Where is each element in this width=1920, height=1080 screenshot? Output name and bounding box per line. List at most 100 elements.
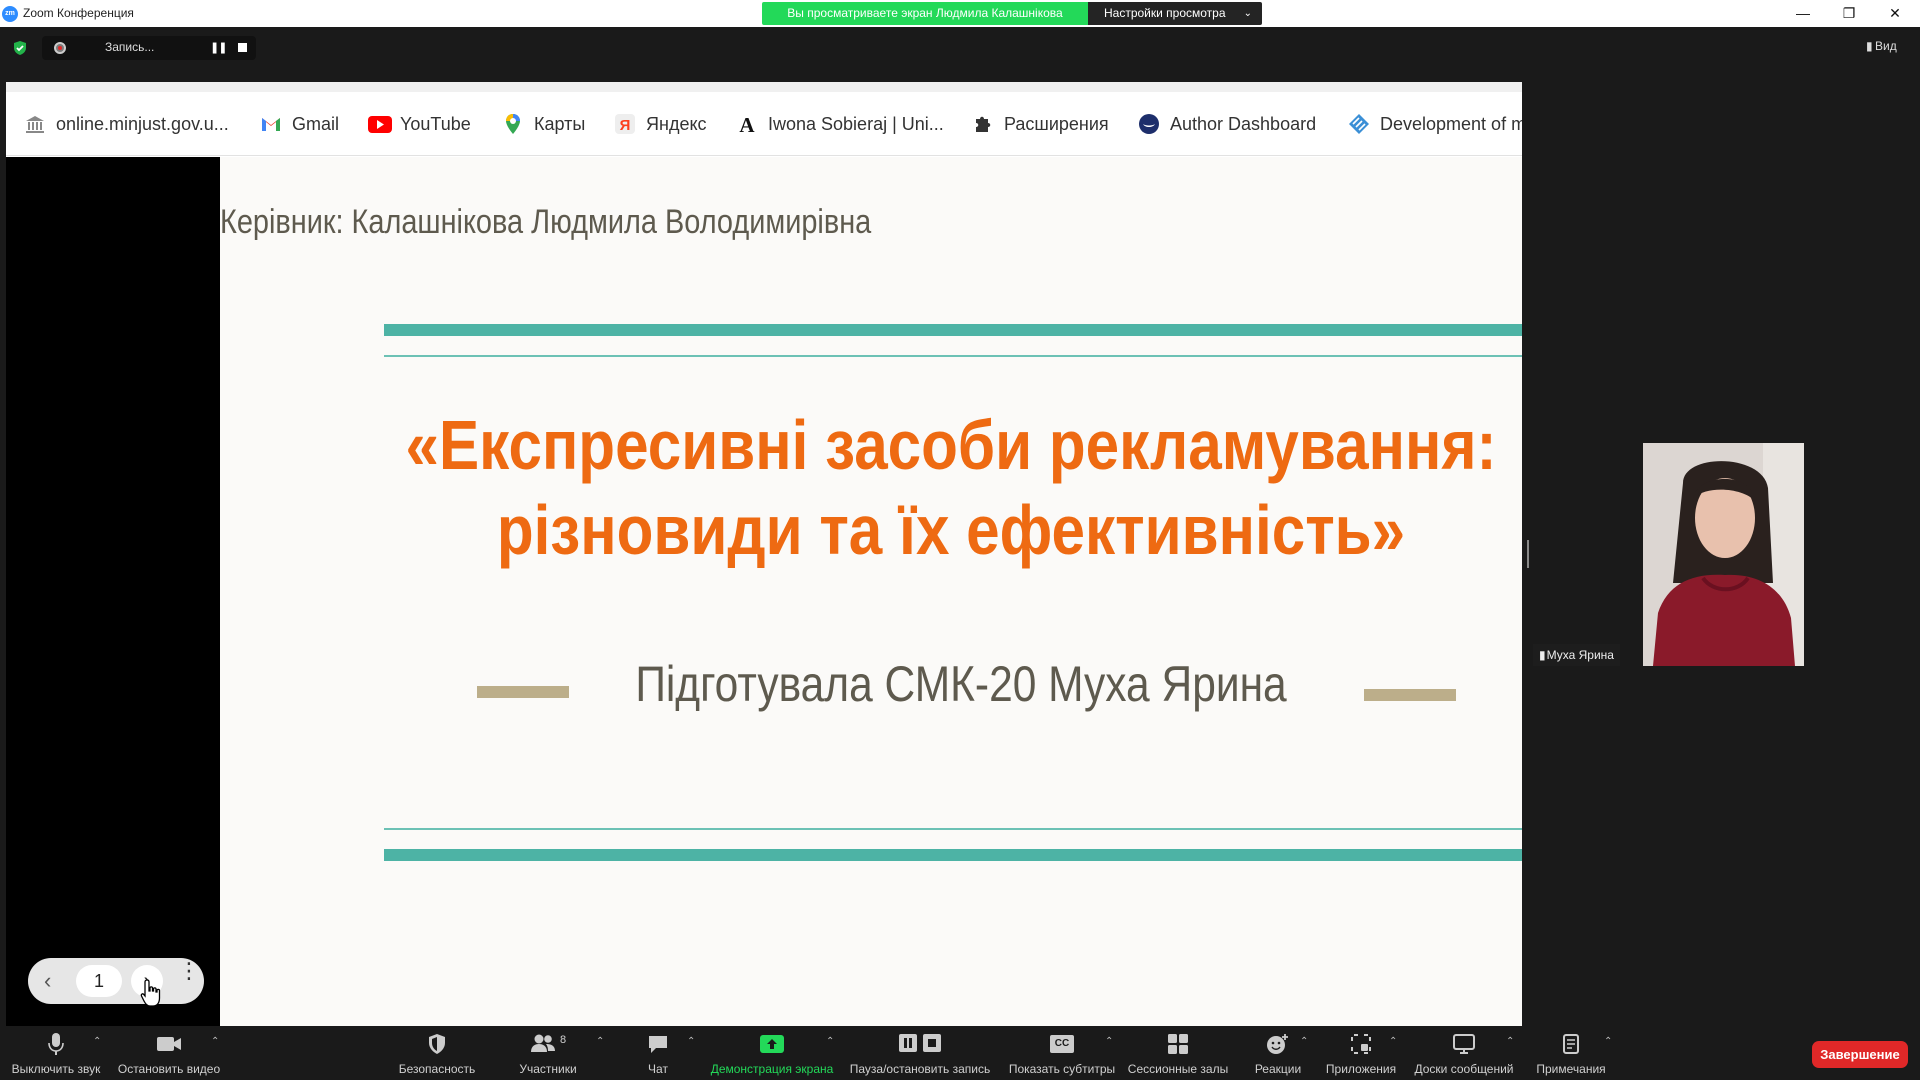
viewing-screen-banner: Вы просматриваете экран Людмила Калашнік…: [762, 2, 1088, 25]
whiteboards-label: Доски сообщений: [1414, 1062, 1514, 1076]
pause-stop-recording-button[interactable]: Пауза/остановить запись: [848, 1032, 992, 1076]
notes-button[interactable]: Примечания: [1534, 1032, 1608, 1076]
bookmark-development[interactable]: Development of m: [1348, 112, 1522, 136]
hand-cursor-icon: [140, 978, 162, 1015]
author-dashboard-icon: [1138, 113, 1160, 135]
chat-options-caret-icon[interactable]: ⌃: [687, 1036, 695, 1047]
recording-indicator-icon: [54, 42, 66, 54]
svg-text:Я: Я: [620, 117, 631, 134]
pause-icon: [898, 1033, 918, 1056]
participants-options-caret-icon[interactable]: ⌃: [596, 1036, 604, 1047]
reactions-button[interactable]: Реакции: [1252, 1032, 1304, 1076]
bookmark-label: Яндекс: [646, 113, 707, 134]
slide-title-line-1: «Експресивні засоби рекламування:: [405, 406, 1497, 484]
gmail-icon: [260, 113, 282, 135]
whiteboards-button[interactable]: Доски сообщений: [1412, 1032, 1516, 1076]
bookmark-iwona[interactable]: A Iwona Sobieraj | Uni...: [736, 112, 944, 137]
more-options-icon[interactable]: ⋮: [178, 960, 200, 982]
breakout-rooms-button[interactable]: Сессионные залы: [1126, 1032, 1230, 1076]
slide-bottom-rule-thin: [384, 828, 1522, 830]
end-meeting-button[interactable]: Завершение: [1812, 1041, 1908, 1068]
slide-prepared-by: Підготувала СМК-20 Муха Ярина: [635, 656, 1287, 712]
apps-label: Приложения: [1325, 1062, 1397, 1076]
minimize-button[interactable]: —: [1780, 0, 1826, 27]
notes-label: Примечания: [1536, 1062, 1606, 1076]
notes-options-caret-icon[interactable]: ⌃: [1604, 1036, 1612, 1047]
bookmark-label: Development of m: [1380, 113, 1522, 134]
bookmarks-bar: online.minjust.gov.u... Gmail YouTube Ка…: [6, 92, 1522, 156]
view-settings-dropdown[interactable]: Настройки просмотра ⌄: [1088, 2, 1262, 25]
participants-label: Участники: [519, 1062, 577, 1076]
view-layout-icon: ▮: [1866, 39, 1876, 53]
share-options-caret-icon[interactable]: ⌃: [826, 1036, 834, 1047]
slide-top-rule-thick: [384, 324, 1522, 336]
slide-bottom-rule-thick: [384, 849, 1522, 861]
share-screen-label: Демонстрация экрана: [710, 1062, 834, 1076]
reactions-options-caret-icon[interactable]: ⌃: [1300, 1036, 1308, 1047]
chat-button[interactable]: Чат: [640, 1032, 676, 1076]
puzzle-icon: [972, 113, 994, 135]
participants-count: 8: [559, 1034, 567, 1046]
participant-name: Муха Ярина: [1546, 648, 1614, 662]
apps-options-caret-icon[interactable]: ⌃: [1389, 1036, 1397, 1047]
security-label: Безопасность: [398, 1062, 476, 1076]
bookmark-label: Author Dashboard: [1170, 113, 1317, 134]
meeting-top-bar: [0, 27, 1920, 82]
stop-icon: [922, 1033, 942, 1056]
pause-record-label: Пауза/остановить запись: [849, 1062, 991, 1076]
view-label: Вид: [1875, 39, 1897, 53]
stop-video-label: Остановить видео: [117, 1062, 221, 1076]
slide-page-number[interactable]: 1: [76, 965, 122, 997]
bookmark-yandex[interactable]: Я Яндекс: [614, 112, 707, 136]
slide-top-rule-thin: [384, 355, 1522, 357]
microphone-icon: [8, 1032, 104, 1056]
zoom-logo-icon: zm: [2, 6, 18, 22]
security-button[interactable]: Безопасность: [396, 1032, 478, 1076]
restore-button[interactable]: ❐: [1826, 0, 1872, 27]
whiteboards-options-caret-icon[interactable]: ⌃: [1506, 1036, 1514, 1047]
slide-title-line-2: різновиди та їх ефективність»: [496, 491, 1406, 569]
slide-sidebar-pane: [6, 157, 220, 1026]
whiteboard-icon: [1412, 1032, 1516, 1056]
close-button[interactable]: ✕: [1872, 0, 1918, 27]
closed-captions-icon: CC: [1050, 1035, 1074, 1053]
captions-options-caret-icon[interactable]: ⌃: [1105, 1036, 1113, 1047]
participant-video-tile[interactable]: [1643, 443, 1804, 666]
view-button[interactable]: ▮ Вид: [1866, 39, 1897, 53]
stop-recording-icon[interactable]: [238, 43, 247, 52]
participants-button[interactable]: 8 Участники: [510, 1032, 586, 1076]
breakout-rooms-icon: [1126, 1032, 1230, 1056]
stop-video-button[interactable]: Остановить видео: [114, 1032, 224, 1076]
bookmark-gmail[interactable]: Gmail: [260, 112, 339, 136]
captions-label: Показать субтитры: [1008, 1062, 1116, 1076]
mute-button[interactable]: Выключить звук: [8, 1032, 104, 1076]
encryption-shield-icon[interactable]: [12, 40, 28, 56]
view-settings-label: Настройки просмотра: [1104, 6, 1226, 20]
slide-supervisor-text: Керівник: Калашнікова Людмила Володимирі…: [220, 203, 872, 241]
maps-pin-icon: [502, 113, 524, 135]
bookmark-minjust[interactable]: online.minjust.gov.u...: [24, 112, 229, 136]
yandex-icon: Я: [614, 113, 636, 135]
letter-a-icon: A: [736, 113, 758, 137]
notes-icon: [1534, 1032, 1608, 1056]
audio-options-caret-icon[interactable]: ⌃: [93, 1036, 101, 1047]
bookmark-extensions[interactable]: Расширения: [972, 112, 1109, 136]
presentation-slide: [220, 157, 1522, 1026]
previous-slide-button[interactable]: ‹: [44, 968, 51, 994]
bookmark-label: Iwona Sobieraj | Uni...: [768, 113, 944, 134]
chat-label: Чат: [648, 1062, 668, 1076]
smiley-plus-icon: [1252, 1032, 1304, 1056]
bookmark-author-dashboard[interactable]: Author Dashboard: [1138, 112, 1316, 136]
participants-icon: [530, 1033, 556, 1056]
pause-recording-icon[interactable]: ❚❚: [210, 41, 227, 54]
window-title: Zoom Конференция: [23, 6, 134, 20]
bookmark-youtube[interactable]: YouTube: [368, 112, 471, 136]
share-screen-button[interactable]: Демонстрация экрана: [708, 1032, 836, 1076]
development-icon: [1348, 113, 1370, 135]
security-shield-icon: [396, 1032, 478, 1056]
captions-button[interactable]: CC Показать субтитры: [1006, 1032, 1118, 1076]
video-options-caret-icon[interactable]: ⌃: [211, 1036, 219, 1047]
bookmark-maps[interactable]: Карты: [502, 112, 585, 136]
panel-resize-handle[interactable]: [1527, 540, 1529, 568]
youtube-icon: [368, 113, 392, 135]
